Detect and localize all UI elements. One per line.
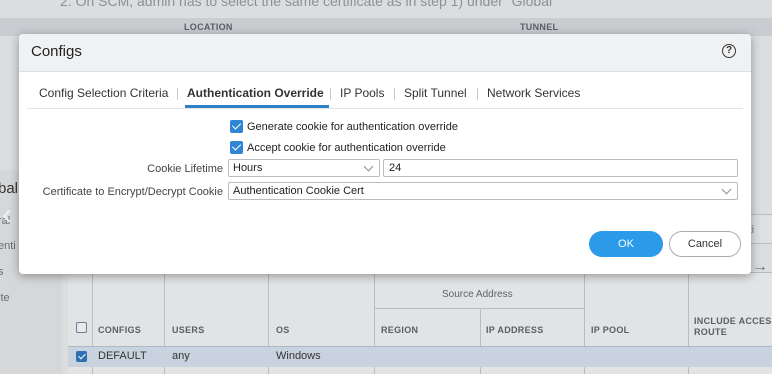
column-configs: CONFIGS <box>98 325 142 335</box>
tab-config-selection-criteria[interactable]: Config Selection Criteria <box>39 86 168 106</box>
tab-divider <box>27 108 743 109</box>
table-row[interactable]: DEFAULT any Windows <box>68 346 772 367</box>
help-icon[interactable]: ? <box>722 44 736 58</box>
configs-table: Source Address CONFIGS USERS OS REGION I… <box>68 272 772 374</box>
column-users: USERS <box>172 325 205 335</box>
column-tunnel: TUNNEL <box>520 22 559 32</box>
tab-authentication-override[interactable]: Authentication Override <box>187 86 324 106</box>
column-location: LOCATION <box>184 22 233 32</box>
accept-cookie-label: Accept cookie for authentication overrid… <box>247 142 446 154</box>
left-panel-item[interactable]: s <box>0 266 4 278</box>
generate-cookie-label: Generate cookie for authentication overr… <box>247 121 458 133</box>
left-panel-item[interactable]: enti <box>0 240 16 252</box>
tab-network-services[interactable]: Network Services <box>487 86 580 106</box>
row-checkbox[interactable] <box>76 351 87 362</box>
column-os: OS <box>276 325 290 335</box>
column-ip-pool: IP POOL <box>591 325 630 335</box>
select-all-checkbox[interactable] <box>76 322 87 333</box>
left-panel-title: bal <box>0 180 19 197</box>
column-region: REGION <box>381 325 419 335</box>
tab-bar: Config Selection Criteria Authentication… <box>27 86 743 108</box>
dialog-header: Configs ? <box>19 34 751 72</box>
cookie-lifetime-value: 24 <box>389 162 402 174</box>
chevron-down-icon <box>721 184 732 195</box>
row-config: DEFAULT <box>98 350 147 362</box>
ok-button[interactable]: OK <box>589 231 663 257</box>
cookie-lifetime-input[interactable]: 24 <box>383 159 738 177</box>
chevron-down-icon <box>363 161 374 172</box>
dialog-title: Configs <box>31 43 82 60</box>
cookie-lifetime-unit-value: Hours <box>233 162 263 174</box>
carousel-left-chevron-icon[interactable]: ‹ <box>2 198 12 232</box>
row-os: Windows <box>276 350 321 362</box>
tab-split-tunnel[interactable]: Split Tunnel <box>404 86 467 106</box>
column-include-access-route: INCLUDE ACCESS ROUTE <box>694 316 772 337</box>
source-address-group-header: Source Address <box>442 289 513 300</box>
cookie-lifetime-label: Cookie Lifetime <box>147 163 223 175</box>
background-instruction-text: 2. On SCM, admin has to select the same … <box>60 0 553 9</box>
cookie-lifetime-unit-select[interactable]: Hours <box>228 159 380 177</box>
certificate-value: Authentication Cookie Cert <box>233 185 364 197</box>
configs-dialog: Configs ? Config Selection Criteria Auth… <box>19 34 751 274</box>
left-panel-item[interactable]: ite <box>0 292 10 304</box>
accept-cookie-checkbox[interactable] <box>230 141 243 154</box>
certificate-label: Certificate to Encrypt/Decrypt Cookie <box>42 186 223 198</box>
row-users: any <box>172 350 190 362</box>
cancel-button[interactable]: Cancel <box>669 231 741 257</box>
column-ip-address: IP ADDRESS <box>486 325 544 335</box>
generate-cookie-checkbox[interactable] <box>230 120 243 133</box>
tab-ip-pools[interactable]: IP Pools <box>340 86 384 106</box>
certificate-select[interactable]: Authentication Cookie Cert <box>228 182 738 200</box>
